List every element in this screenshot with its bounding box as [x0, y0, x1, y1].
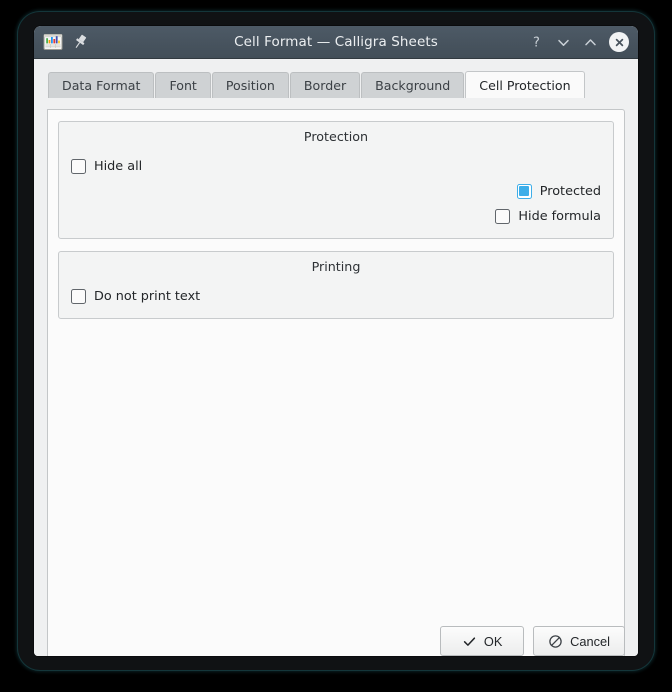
cancel-button-label: Cancel: [570, 633, 610, 649]
desktop-background: Cell Format — Calligra Sheets ? Data For…: [0, 0, 672, 692]
pin-icon[interactable]: [71, 33, 89, 51]
hide-all-row: Hide all: [71, 155, 601, 177]
printing-group: Printing Do not print text: [58, 251, 614, 319]
title-bar[interactable]: Cell Format — Calligra Sheets ?: [34, 26, 638, 59]
help-button[interactable]: ?: [528, 34, 545, 51]
hide-formula-checkbox[interactable]: Hide formula: [495, 208, 601, 224]
hide-all-label: Hide all: [94, 158, 143, 174]
tab-bar: Data Format Font Position Border Backgro…: [34, 70, 638, 98]
printing-group-title: Printing: [311, 259, 361, 274]
protection-group: Protection Hide all Protected Hide formu…: [58, 121, 614, 239]
do-not-print-text-checkbox-box[interactable]: [71, 288, 86, 304]
minimize-icon[interactable]: [555, 34, 572, 51]
protection-group-title: Protection: [303, 129, 369, 144]
protected-checkbox[interactable]: Protected: [516, 183, 601, 199]
tab-border[interactable]: Border: [289, 72, 361, 98]
cancel-button[interactable]: Cancel: [533, 626, 625, 656]
hide-formula-label: Hide formula: [518, 208, 601, 224]
dialog-button-bar: OK Cancel: [47, 625, 625, 656]
hide-all-checkbox[interactable]: Hide all: [71, 158, 143, 174]
calligra-sheets-icon: [43, 32, 63, 52]
maximize-icon[interactable]: [582, 34, 599, 51]
dialog-body: Data Format Font Position Border Backgro…: [34, 70, 638, 656]
do-not-print-text-row: Do not print text: [71, 285, 601, 307]
do-not-print-text-label: Do not print text: [94, 288, 201, 304]
title-bar-left-icons: [43, 32, 89, 52]
cell-protection-panel: Protection Hide all Protected Hide formu…: [47, 109, 625, 656]
svg-text:?: ?: [533, 35, 540, 49]
ok-button[interactable]: OK: [440, 626, 525, 656]
hide-formula-checkbox-box[interactable]: [495, 208, 511, 224]
hide-formula-row: Hide formula: [71, 205, 601, 227]
hide-all-checkbox-box[interactable]: [71, 158, 86, 174]
window-controls: ?: [528, 32, 629, 52]
tab-cell-protection[interactable]: Cell Protection: [465, 71, 585, 98]
do-not-print-text-checkbox[interactable]: Do not print text: [71, 288, 201, 304]
ban-icon: [548, 634, 563, 649]
protected-checkbox-box[interactable]: [516, 183, 532, 199]
cell-format-dialog: Cell Format — Calligra Sheets ? Data For…: [34, 26, 638, 656]
tab-position[interactable]: Position: [211, 72, 289, 98]
check-icon: [462, 634, 477, 649]
protected-label: Protected: [539, 183, 601, 199]
ok-button-label: OK: [483, 633, 503, 649]
tab-background[interactable]: Background: [361, 72, 465, 98]
tab-data-format[interactable]: Data Format: [48, 72, 155, 98]
tab-font[interactable]: Font: [155, 72, 211, 98]
protected-row: Protected: [71, 180, 601, 202]
close-icon[interactable]: [609, 32, 629, 52]
